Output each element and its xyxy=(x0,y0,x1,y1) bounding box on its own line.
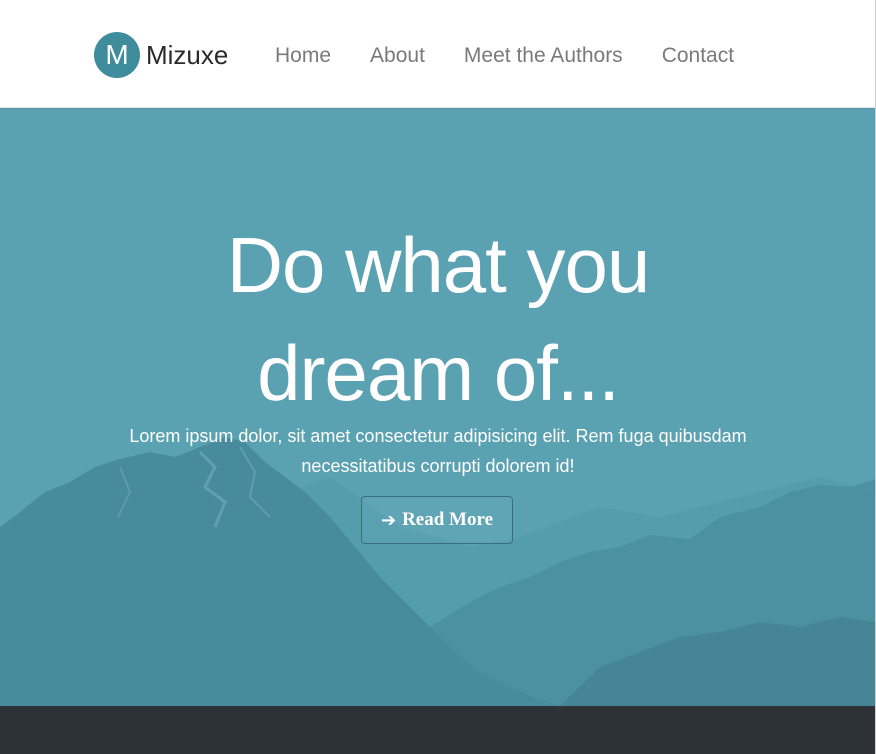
read-more-label: Read More xyxy=(402,509,494,530)
hero-title-line-1: Do what you xyxy=(226,221,651,309)
navbar: M Mizuxe Home About Meet the Authors Con… xyxy=(0,0,875,108)
nav-link-about[interactable]: About xyxy=(370,42,425,70)
hero-section: Do what you dream of... Lorem ipsum dolo… xyxy=(0,107,875,706)
nav-menu: Home About Meet the Authors Contact xyxy=(275,42,773,70)
footer-band xyxy=(0,706,875,754)
nav-link-home[interactable]: Home xyxy=(275,42,331,70)
nav-item-authors: Meet the Authors xyxy=(464,42,623,70)
nav-link-authors[interactable]: Meet the Authors xyxy=(464,42,623,70)
hero-description: Lorem ipsum dolor, sit amet consectetur … xyxy=(129,426,747,476)
page: M Mizuxe Home About Meet the Authors Con… xyxy=(0,0,876,754)
nav-link-contact[interactable]: Contact xyxy=(662,42,734,70)
hero-title: Do what you dream of... xyxy=(0,211,875,427)
brand-name: Mizuxe xyxy=(146,39,229,70)
brand-link[interactable]: M Mizuxe xyxy=(94,32,228,78)
nav-item-contact: Contact xyxy=(662,42,734,70)
brand-logo-icon: M xyxy=(94,32,140,78)
nav-item-about: About xyxy=(370,42,425,70)
nav-item-home: Home xyxy=(275,42,331,70)
hero-title-line-2: dream of... xyxy=(257,329,620,417)
read-more-button[interactable]: ➔ Read More xyxy=(361,496,513,544)
arrow-right-icon: ➔ xyxy=(380,509,397,531)
